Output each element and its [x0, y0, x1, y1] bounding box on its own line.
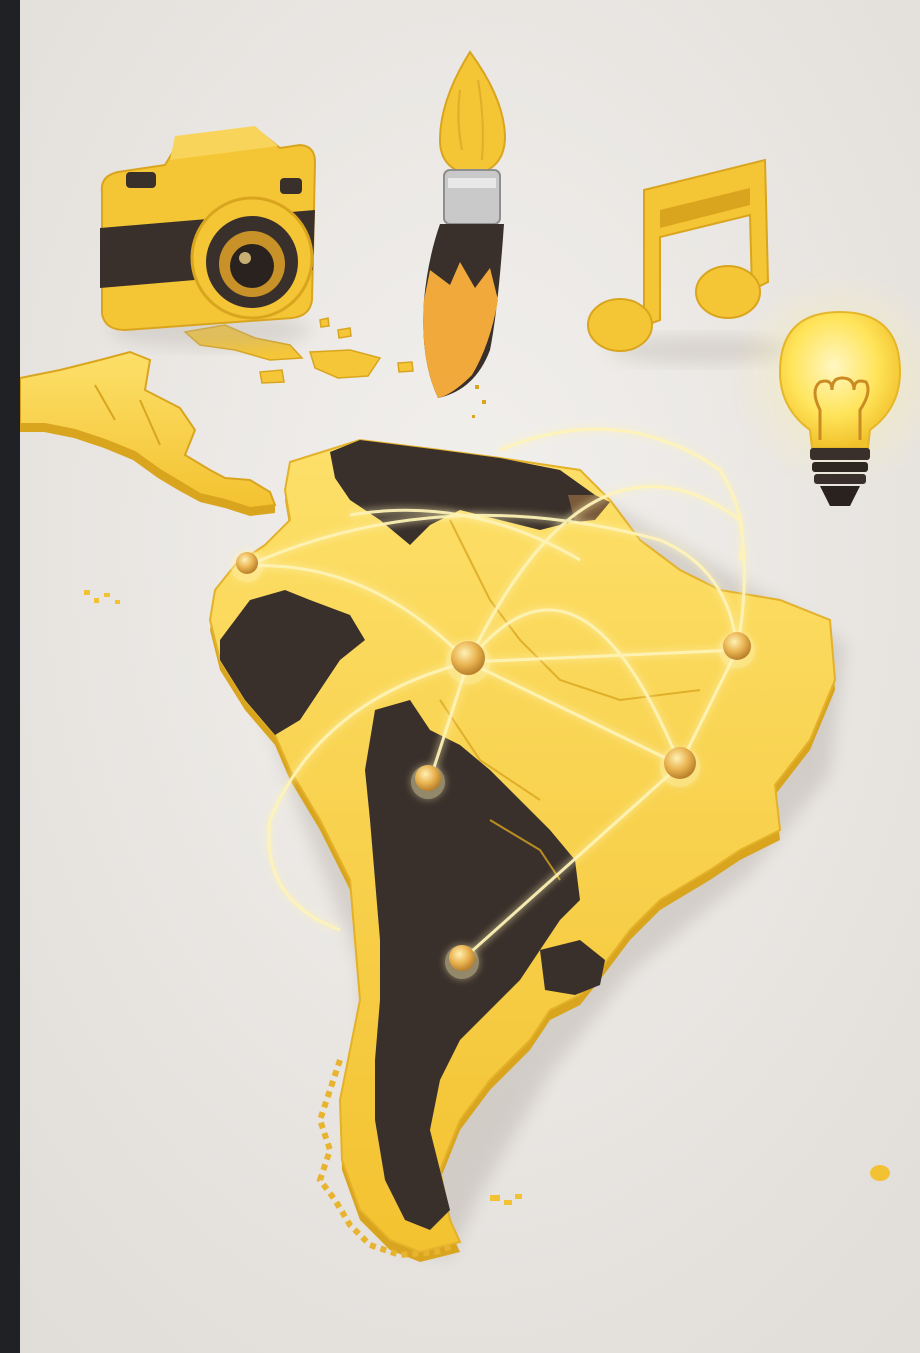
- small-yellow-dot: [870, 1165, 890, 1181]
- illustration-svg: [20, 0, 920, 1353]
- network-node: [231, 550, 263, 582]
- viewer-left-border: [0, 0, 20, 1353]
- image-viewer: [0, 0, 920, 1353]
- network-node: [411, 765, 445, 799]
- illustration-canvas: [20, 0, 920, 1353]
- network-node: [719, 632, 755, 668]
- network-node: [660, 747, 700, 787]
- network-node: [445, 945, 479, 979]
- network-node: [446, 640, 490, 684]
